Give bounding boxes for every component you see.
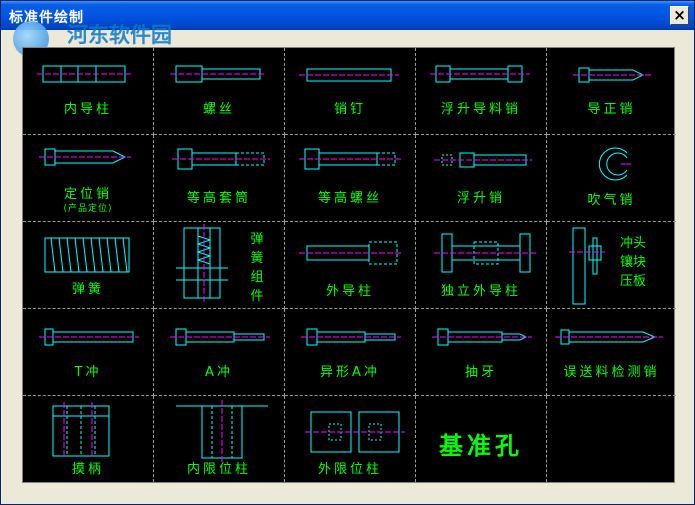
part-cell-inner-guide-post[interactable]: 内导柱 bbox=[23, 48, 154, 135]
part-label: 内限位柱 bbox=[186, 462, 251, 477]
shoulder-screw-icon bbox=[299, 148, 401, 170]
part-cell-shoulder-screw[interactable]: 等高螺丝 bbox=[285, 135, 416, 222]
part-label: 导正销 bbox=[587, 102, 636, 117]
part-label-vertical: 冲头镶块压板 bbox=[619, 236, 646, 289]
part-label: A冲 bbox=[205, 365, 233, 380]
shoulder-sleeve-icon bbox=[172, 148, 270, 170]
part-cell-punch-insert-retainer[interactable]: 冲头镶块压板 bbox=[547, 222, 676, 309]
part-cell-outer-guide-post[interactable]: 外导柱 bbox=[285, 222, 416, 309]
part-cell-floating-lifter-guide-pin[interactable]: 浮升导料销 bbox=[416, 48, 547, 135]
part-label: 异形A冲 bbox=[320, 365, 380, 380]
part-cell-misfeed-detection-pin[interactable]: 误送料检测销 bbox=[547, 309, 676, 396]
part-cell-pilot-pin[interactable]: 导正销 bbox=[547, 48, 676, 135]
a-punch-icon bbox=[170, 328, 270, 346]
pilot-pin-icon bbox=[573, 67, 651, 83]
part-sublabel: (产品定位) bbox=[63, 204, 113, 214]
app-window: 标准件绘制 × 河东软件园 www.pc0359.cn 内导柱 螺丝 bbox=[0, 0, 695, 505]
air-blow-pin-icon bbox=[598, 147, 631, 181]
dowel-pin-icon bbox=[299, 68, 399, 82]
part-label: 螺丝 bbox=[202, 102, 235, 117]
part-cell-air-blow-pin[interactable]: 吹气销 bbox=[547, 135, 676, 222]
part-cell-die-shank[interactable]: 摸柄 bbox=[23, 396, 154, 482]
part-cell-screw[interactable]: 螺丝 bbox=[154, 48, 285, 135]
inner-guide-post-icon bbox=[37, 65, 133, 83]
spring-assembly-icon bbox=[176, 224, 228, 302]
parts-canvas: 内导柱 螺丝 销钉 浮升导料销 导正销 定位销 (产品定位) 等高套筒 等高螺丝… bbox=[22, 47, 676, 483]
reference-hole-label: 基准孔 bbox=[439, 432, 523, 460]
part-label: 误送料检测销 bbox=[563, 365, 660, 380]
part-label: 外限位柱 bbox=[317, 462, 382, 477]
part-label: 浮升导料销 bbox=[440, 102, 521, 117]
part-label: T冲 bbox=[74, 365, 102, 380]
part-label: 抽牙 bbox=[464, 365, 497, 380]
part-label: 内导柱 bbox=[63, 102, 112, 117]
part-label: 浮升销 bbox=[456, 191, 505, 206]
floating-lifter-guide-pin-icon bbox=[430, 65, 530, 83]
part-cell-reference-hole[interactable]: 基准孔 bbox=[416, 396, 547, 482]
extrusion-punch-icon bbox=[432, 328, 532, 346]
screw-icon bbox=[170, 65, 266, 83]
part-label: 定位销 bbox=[63, 187, 112, 202]
part-cell-floating-lifter-pin[interactable]: 浮升销 bbox=[416, 135, 547, 222]
part-cell-spring-assembly[interactable]: 弹簧组件 bbox=[154, 222, 285, 309]
part-label: 弹簧 bbox=[71, 282, 104, 297]
part-cell-shaped-a-punch[interactable]: 异形A冲 bbox=[285, 309, 416, 396]
part-label: 摸柄 bbox=[71, 462, 104, 477]
part-label: 等高螺丝 bbox=[317, 191, 382, 206]
part-cell-outer-stop-post[interactable]: 外限位柱 bbox=[285, 396, 416, 482]
part-label: 独立外导柱 bbox=[440, 284, 521, 299]
title-bar[interactable]: 标准件绘制 × bbox=[1, 1, 694, 30]
part-cell-locating-pin[interactable]: 定位销 (产品定位) bbox=[23, 135, 154, 222]
window-title: 标准件绘制 bbox=[9, 10, 84, 26]
misfeed-detection-pin-icon bbox=[555, 329, 663, 345]
part-label: 等高套筒 bbox=[186, 191, 251, 206]
shaped-a-punch-icon bbox=[301, 328, 401, 346]
part-cell-t-punch[interactable]: T冲 bbox=[23, 309, 154, 396]
part-cell-spring[interactable]: 弹簧 bbox=[23, 222, 154, 309]
part-cell-independent-outer-guide-post[interactable]: 独立外导柱 bbox=[416, 222, 547, 309]
part-cell-empty bbox=[547, 396, 676, 482]
close-button[interactable]: × bbox=[670, 6, 689, 25]
part-label: 吹气销 bbox=[587, 193, 636, 208]
part-cell-inner-stop-post[interactable]: 内限位柱 bbox=[154, 396, 285, 482]
punch-insert-retainer-icon bbox=[569, 227, 605, 305]
part-cell-a-punch[interactable]: A冲 bbox=[154, 309, 285, 396]
part-label: 销钉 bbox=[333, 102, 366, 117]
t-punch-icon bbox=[39, 328, 139, 346]
floating-lifter-pin-icon bbox=[434, 152, 532, 168]
part-cell-shoulder-sleeve[interactable]: 等高套筒 bbox=[154, 135, 285, 222]
part-cell-dowel-pin[interactable]: 销钉 bbox=[285, 48, 416, 135]
part-label-vertical: 弹簧组件 bbox=[250, 232, 264, 304]
part-cell-extrusion-punch[interactable]: 抽牙 bbox=[416, 309, 547, 396]
close-icon: × bbox=[673, 6, 686, 24]
part-label: 外导柱 bbox=[325, 284, 374, 299]
